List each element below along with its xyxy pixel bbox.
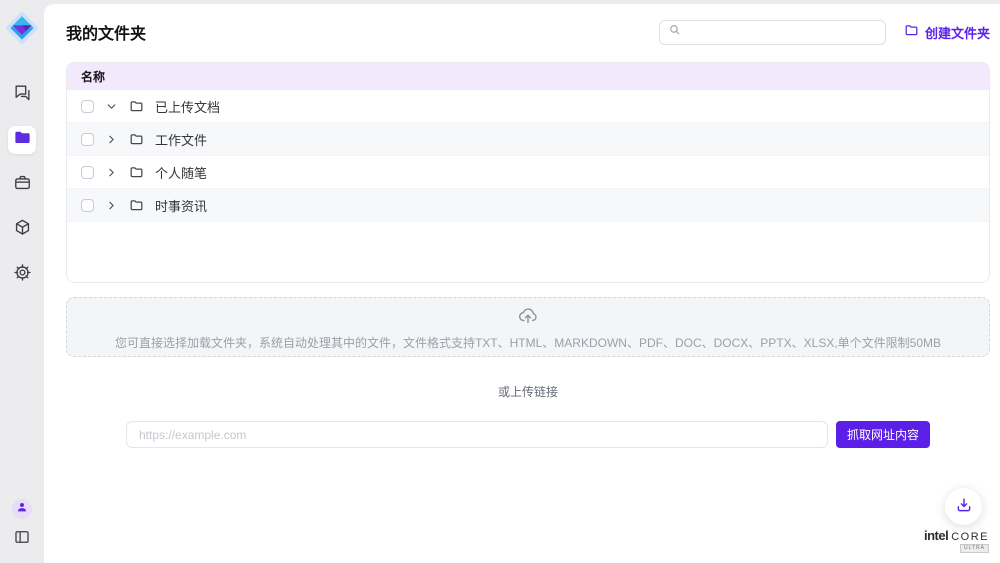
- fetch-url-button[interactable]: 抓取网址内容: [836, 421, 930, 448]
- folder-icon: [129, 99, 144, 114]
- create-folder-button[interactable]: 创建文件夹: [904, 23, 990, 42]
- download-icon: [955, 496, 973, 517]
- chat-icon: [13, 83, 32, 107]
- sidebar-item-models[interactable]: [8, 216, 36, 244]
- sidebar-item-settings[interactable]: [8, 261, 36, 289]
- collapse-panel-button[interactable]: [13, 528, 31, 551]
- download-fab-button[interactable]: [945, 488, 982, 525]
- folder-plus-icon: [904, 23, 919, 41]
- sidebar-item-workspace[interactable]: [8, 171, 36, 199]
- ultra-badge: ULTRA: [960, 544, 989, 553]
- header-actions: 创建文件夹: [659, 20, 990, 45]
- folder-row[interactable]: 时事资讯: [67, 189, 989, 222]
- column-header-name: 名称: [81, 68, 105, 85]
- folder-row-label: 时事资讯: [155, 196, 207, 215]
- folder-row[interactable]: 已上传文档: [67, 90, 989, 123]
- search-box[interactable]: [659, 20, 886, 45]
- folder-row[interactable]: 个人随笔: [67, 156, 989, 189]
- sidebar-bottom: [12, 499, 32, 551]
- chevron-down-icon[interactable]: [105, 100, 118, 113]
- sidebar-nav: [8, 81, 36, 289]
- table-header-row: 名称: [67, 63, 989, 90]
- row-checkbox[interactable]: [81, 100, 94, 113]
- intel-core-logo: intel CORE ULTRA: [924, 529, 989, 553]
- search-input[interactable]: [687, 25, 877, 39]
- account-button[interactable]: [12, 499, 32, 519]
- folder-table: 名称 已上传文档 工作文件: [66, 62, 990, 283]
- link-upload-row: 抓取网址内容: [126, 421, 930, 448]
- folder-icon: [129, 198, 144, 213]
- page-title: 我的文件夹: [66, 20, 146, 44]
- chevron-right-icon[interactable]: [105, 166, 118, 179]
- url-input[interactable]: [126, 421, 828, 448]
- folder-row-label: 工作文件: [155, 130, 207, 149]
- folder-row-label: 已上传文档: [155, 97, 220, 116]
- chevron-right-icon[interactable]: [105, 199, 118, 212]
- folder-icon: [129, 132, 144, 147]
- folder-icon: [129, 165, 144, 180]
- row-checkbox[interactable]: [81, 133, 94, 146]
- folder-row-label: 个人随笔: [155, 163, 207, 182]
- or-upload-link-label: 或上传链接: [66, 383, 990, 400]
- chevron-right-icon[interactable]: [105, 133, 118, 146]
- folder-icon: [13, 128, 32, 152]
- gear-icon: [13, 263, 32, 287]
- sidebar-item-folders[interactable]: [8, 126, 36, 154]
- sidebar-item-chat[interactable]: [8, 81, 36, 109]
- folder-row[interactable]: 工作文件: [67, 123, 989, 156]
- briefcase-icon: [13, 173, 32, 197]
- page-header: 我的文件夹 创建文件夹: [66, 4, 990, 60]
- layout-panel-icon: [13, 533, 31, 550]
- row-checkbox[interactable]: [81, 166, 94, 179]
- cube-icon: [13, 218, 32, 242]
- core-wordmark: CORE: [951, 532, 989, 543]
- search-icon: [668, 23, 681, 41]
- sidebar: [0, 0, 44, 563]
- upload-hint-text: 您可直接选择加载文件夹，系统自动处理其中的文件，文件格式支持TXT、HTML、M…: [115, 334, 941, 351]
- row-checkbox[interactable]: [81, 199, 94, 212]
- cloud-upload-icon: [517, 304, 539, 331]
- upload-dropzone[interactable]: 您可直接选择加载文件夹，系统自动处理其中的文件，文件格式支持TXT、HTML、M…: [66, 297, 990, 357]
- main-content: 我的文件夹 创建文件夹 名称: [44, 4, 1000, 563]
- create-folder-label: 创建文件夹: [925, 23, 990, 42]
- app-logo-icon: [3, 9, 41, 47]
- intel-wordmark: intel: [924, 529, 948, 542]
- user-avatar-icon: [15, 500, 29, 519]
